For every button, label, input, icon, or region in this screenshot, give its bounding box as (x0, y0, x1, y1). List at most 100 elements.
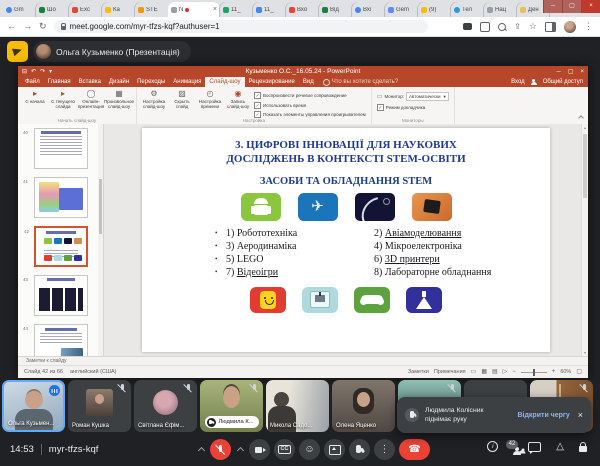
ppt-restore-button[interactable]: ▢ (568, 69, 574, 75)
present-screen-button[interactable] (324, 439, 345, 460)
captions-button[interactable]: CC (274, 439, 295, 460)
canvas-scrollbar[interactable]: ▴ ▾ (581, 124, 588, 356)
reading-view-icon[interactable]: ▤ (492, 369, 498, 375)
browser-tab[interactable]: 11_ (220, 2, 253, 17)
raise-hand-button[interactable] (349, 439, 370, 460)
customize-qat-icon[interactable]: ▾ (49, 69, 52, 75)
browser-tab[interactable]: (9) (418, 2, 451, 17)
scroll-up-icon[interactable]: ▴ (582, 125, 588, 130)
tab-animations[interactable]: Анимация (169, 77, 205, 87)
checkbox-use-timings[interactable]: ✓Использовать время (254, 102, 366, 109)
chat-panel-button[interactable] (528, 442, 541, 452)
participant-tile-hand-raised[interactable]: Людмила К... (200, 380, 263, 432)
camera-options-chevron[interactable] (235, 439, 245, 460)
minimize-button[interactable]: ─ (543, 0, 562, 13)
participant-tile[interactable]: Роман Кушка (68, 380, 131, 432)
zoom-level[interactable]: 60% (560, 369, 571, 375)
slide-thumbnail-41[interactable]: 41 (34, 177, 88, 218)
participant-tile-active-speaker[interactable]: Ольга Кузьмен... (2, 380, 65, 432)
slide-thumbnail-44[interactable]: 44 (34, 324, 88, 356)
tab-file[interactable]: Файл (21, 77, 44, 87)
toast-close-icon[interactable]: × (578, 410, 583, 420)
ppt-minimize-button[interactable]: ─ (557, 69, 561, 75)
setup-slideshow-button[interactable]: ⚙Настройка слайд-шоу (140, 89, 168, 109)
close-button[interactable]: × (581, 0, 600, 13)
slide-thumbnail-42-selected[interactable]: 42 (34, 226, 88, 267)
collapse-ribbon-icon[interactable] (578, 114, 584, 120)
checkbox-show-media-controls[interactable]: ✓Показать элементы управления проигрыват… (254, 111, 366, 118)
participant-tile[interactable]: Олена Яценко (332, 380, 395, 432)
browser-tab[interactable]: Вхо (286, 2, 319, 17)
slide-sorter-view-icon[interactable]: ▦ (481, 369, 487, 375)
leave-call-button[interactable]: ☎ (399, 439, 430, 460)
tab-home[interactable]: Главная (44, 77, 75, 87)
translate-icon[interactable] (480, 22, 490, 32)
browser-tab[interactable]: Від (319, 2, 352, 17)
language-status[interactable]: английский (США) (70, 369, 117, 375)
record-slideshow-button[interactable]: ◉Запись слайд-шоу (224, 89, 252, 109)
save-icon[interactable]: ⊟ (22, 69, 27, 75)
tab-slideshow[interactable]: Слайд-шоу (205, 77, 244, 87)
participant-tile[interactable]: Світлана Єфім... (134, 380, 197, 432)
tab-review[interactable]: Рецензирование (245, 77, 299, 87)
zoom-slider[interactable] (521, 372, 547, 373)
browser-tab[interactable]: Gm (3, 2, 36, 17)
host-controls-button[interactable] (579, 446, 587, 452)
slideshow-view-icon[interactable]: ▷ (503, 369, 508, 375)
browser-tab[interactable]: Ка (102, 2, 135, 17)
bookmark-star-icon[interactable]: ☆ (529, 22, 537, 31)
zoom-out-icon[interactable]: − (512, 369, 516, 375)
browser-tab-active-meet[interactable]: N× (168, 2, 220, 17)
zoom-in-icon[interactable]: + (552, 369, 556, 375)
share-icon[interactable]: ⇪ (514, 23, 521, 31)
forward-button[interactable]: → (23, 22, 32, 31)
custom-slideshow-button[interactable]: ▦Произвольное слайд-шоу (105, 89, 133, 109)
checkbox-presenter-view[interactable]: ✓Режим докладчика (377, 104, 449, 111)
normal-view-icon[interactable]: ▭ (471, 369, 477, 375)
participant-tile[interactable]: Микола Садо... (266, 380, 329, 432)
maximize-button[interactable]: ▢ (562, 0, 581, 13)
present-online-button[interactable]: ◯Онлайн-презентация (77, 89, 105, 109)
tab-transitions[interactable]: Переходы (133, 77, 169, 87)
open-queue-button[interactable]: Відкрити чергу (517, 412, 569, 419)
browser-menu-icon[interactable]: ⋮ (584, 22, 593, 31)
from-beginning-button[interactable]: ▸С начала (21, 89, 49, 104)
hide-slide-button[interactable]: ▨Скрыть слайд (168, 89, 196, 109)
camera-toggle-button-off[interactable] (249, 439, 270, 460)
checkbox-play-narrations[interactable]: ✓Воспроизвести речевое сопровождение (254, 92, 366, 99)
more-options-button[interactable]: ⋮ (374, 439, 395, 460)
browser-tab[interactable]: STE (135, 2, 168, 17)
browser-tab[interactable]: Вхі (352, 2, 385, 17)
mic-options-chevron[interactable] (196, 439, 206, 460)
sidebar-icon[interactable] (545, 22, 556, 32)
slide-thumbnail-43[interactable]: 43 (34, 275, 88, 316)
ppt-close-button[interactable]: × (580, 69, 584, 75)
fit-to-window-icon[interactable]: ▢ (576, 369, 582, 375)
browser-tab[interactable]: Тел (451, 2, 484, 17)
from-current-slide-button[interactable]: ▸С текущего слайда (49, 89, 77, 109)
browser-tab[interactable]: 11_ (253, 2, 286, 17)
profile-avatar[interactable] (564, 21, 576, 33)
scroll-down-icon[interactable]: ▾ (582, 350, 588, 355)
media-control-icon[interactable] (463, 23, 472, 30)
thumbnail-scrollbar[interactable] (98, 124, 103, 356)
slide-thumbnail-40[interactable]: 40 (34, 128, 88, 169)
tab-close-icon[interactable]: × (213, 6, 217, 13)
notes-pane[interactable]: Заметки к слайду (18, 356, 588, 365)
reload-button[interactable]: ↻ (39, 22, 47, 31)
browser-tab[interactable]: Gem (385, 2, 418, 17)
tell-me-box[interactable]: Что вы хотите сделать? (323, 79, 398, 86)
tab-insert[interactable]: Вставка (75, 77, 105, 87)
browser-tab[interactable]: Exc (69, 2, 102, 17)
browser-tab[interactable]: Нац (484, 2, 517, 17)
zoom-slider-thumb[interactable] (533, 369, 536, 376)
notes-toggle-button[interactable]: Заметки (408, 369, 429, 375)
mic-toggle-button-muted[interactable] (210, 439, 231, 460)
undo-icon[interactable]: ↶ (31, 69, 36, 75)
address-bar[interactable]: meet.google.com/myr-tfzs-kqf?authuser=1 (54, 20, 428, 33)
back-button[interactable]: ← (7, 22, 16, 31)
scrollbar-thumb[interactable] (583, 134, 587, 198)
tab-view[interactable]: Вид (299, 77, 318, 87)
meeting-details-button[interactable]: i (487, 441, 498, 452)
tab-design[interactable]: Дизайн (105, 77, 133, 87)
